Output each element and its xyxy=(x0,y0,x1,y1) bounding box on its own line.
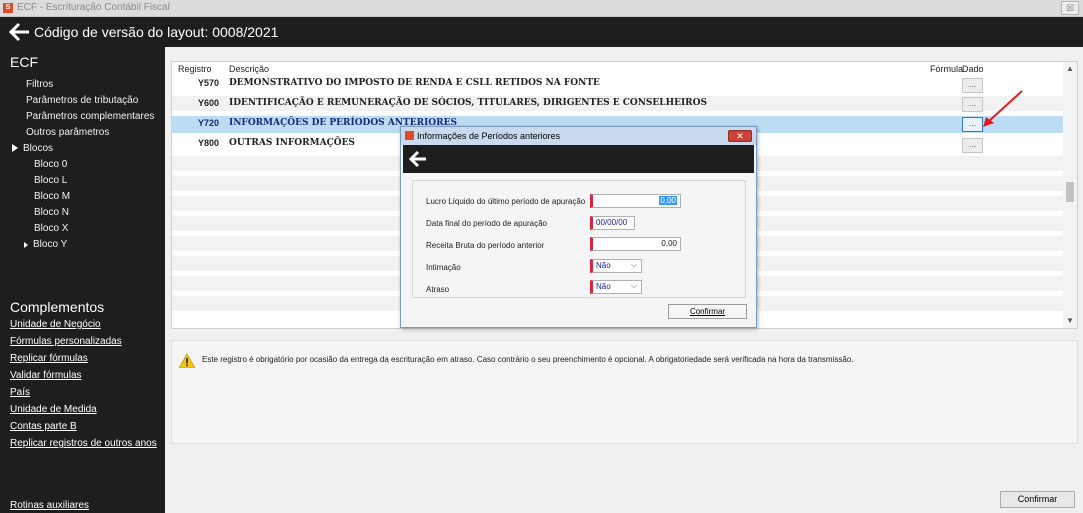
row-code: Y720 xyxy=(198,118,220,128)
intimacao-select[interactable]: Não ⌵ xyxy=(590,259,642,273)
window-title: ECF - Escrituração Contábil Fiscal xyxy=(17,2,170,13)
link-formulas-personalizadas[interactable]: Fórmulas personalizadas xyxy=(10,336,122,347)
confirm-button[interactable]: Confirmar xyxy=(1000,491,1075,508)
intimacao-value: Não xyxy=(596,261,611,270)
chevron-down-icon: ⌵ xyxy=(630,260,637,269)
atraso-label: Atraso xyxy=(426,285,450,294)
main-header: Código de versão do layout: 0008/2021 xyxy=(0,17,1083,47)
scroll-down-icon[interactable]: ▼ xyxy=(1066,316,1074,325)
periodos-anteriores-dialog: Informações de Períodos anteriores ✕ Luc… xyxy=(400,126,757,328)
col-header-descricao: Descrição xyxy=(229,64,270,74)
lucro-input[interactable]: 0,00 xyxy=(590,194,681,208)
table-row-y600[interactable]: Y600 IDENTIFICAÇÃO E REMUNERAÇÃO DE SÓCI… xyxy=(172,96,1063,112)
link-unidade-medida[interactable]: Unidade de Medida xyxy=(10,404,97,415)
sidebar-item-outros-parametros[interactable]: Outros parâmetros xyxy=(26,127,109,138)
receita-input[interactable]: 0,00 xyxy=(590,237,681,251)
table-scrollbar[interactable]: ▲ ▼ xyxy=(1063,62,1077,328)
chevron-down-icon: ⌵ xyxy=(630,281,637,290)
window-titlebar: S ECF - Escrituração Contábil Fiscal ☒ xyxy=(0,0,1083,17)
link-pais[interactable]: País xyxy=(10,387,30,398)
dialog-title: Informações de Períodos anteriores xyxy=(417,131,561,141)
expand-triangle-icon xyxy=(24,242,28,248)
dialog-titlebar: Informações de Períodos anteriores ✕ xyxy=(401,127,756,145)
row-description: DEMONSTRATIVO DO IMPOSTO DE RENDA E CSLL… xyxy=(229,78,600,88)
intimacao-label: Intimação xyxy=(426,263,461,272)
annotation-arrow-icon xyxy=(983,90,1023,127)
app-icon: S xyxy=(3,3,13,13)
sidebar-item-label: Blocos xyxy=(23,143,54,154)
receita-label: Receita Bruta do período anterior xyxy=(426,241,545,250)
app-icon xyxy=(405,131,414,140)
sidebar-item-bloco-n[interactable]: Bloco N xyxy=(34,207,69,218)
col-header-registro: Registro xyxy=(178,64,212,74)
warning-icon xyxy=(179,354,195,368)
complementos-section-title: Complementos xyxy=(10,299,105,315)
col-header-dado: Dado xyxy=(962,64,984,74)
sidebar: ECF Filtros Parâmetros de tributação Par… xyxy=(0,47,165,513)
dialog-confirm-button[interactable]: Confirmar xyxy=(668,304,747,319)
atraso-select[interactable]: Não ⌵ xyxy=(590,280,642,294)
col-header-formula: Fórmula xyxy=(930,64,964,74)
sidebar-item-filtros[interactable]: Filtros xyxy=(26,79,53,90)
link-unidade-negocio[interactable]: Unidade de Negócio xyxy=(10,319,101,330)
row-code: Y570 xyxy=(198,78,220,88)
link-rotinas-auxiliares[interactable]: Rotinas auxiliares xyxy=(10,500,89,511)
sidebar-item-bloco-0[interactable]: Bloco 0 xyxy=(34,159,67,170)
back-arrow-icon[interactable] xyxy=(7,21,31,43)
sidebar-item-bloco-m[interactable]: Bloco M xyxy=(34,191,70,202)
ecf-section-title: ECF xyxy=(10,54,38,70)
link-validar-formulas[interactable]: Validar fórmulas xyxy=(10,370,82,381)
back-arrow-icon[interactable] xyxy=(408,150,428,168)
row-code: Y600 xyxy=(198,98,220,108)
sidebar-item-blocos[interactable]: Blocos xyxy=(12,143,53,154)
row-code: Y800 xyxy=(198,138,220,148)
row-description: IDENTIFICAÇÃO E REMUNERAÇÃO DE SÓCIOS, T… xyxy=(229,98,707,108)
info-panel: Este registro é obrigatório por ocasião … xyxy=(171,340,1078,444)
data-final-input[interactable]: 00/00/00 xyxy=(590,216,635,230)
window-close-button[interactable]: ☒ xyxy=(1061,1,1079,15)
sidebar-item-bloco-y[interactable]: Bloco Y xyxy=(24,239,67,250)
lucro-label: Lucro Líquido do último período de apura… xyxy=(426,197,586,206)
info-message: Este registro é obrigatório por ocasião … xyxy=(202,355,854,364)
atraso-value: Não xyxy=(596,282,611,291)
expand-triangle-icon xyxy=(12,144,18,152)
scroll-up-icon[interactable]: ▲ xyxy=(1066,64,1074,73)
scroll-thumb[interactable] xyxy=(1066,182,1074,202)
sidebar-item-label: Bloco Y xyxy=(33,239,68,250)
link-replicar-registros[interactable]: Replicar registros de outros anos xyxy=(10,438,157,449)
lucro-value: 0,00 xyxy=(659,196,677,205)
link-replicar-formulas[interactable]: Replicar fórmulas xyxy=(10,353,88,364)
data-button[interactable]: ... xyxy=(962,138,983,153)
link-contas-parte-b[interactable]: Contas parte B xyxy=(10,421,77,432)
page-title: Código de versão do layout: 0008/2021 xyxy=(34,24,279,40)
table-row-y570[interactable]: Y570 DEMONSTRATIVO DO IMPOSTO DE RENDA E… xyxy=(172,76,1063,93)
sidebar-item-bloco-x[interactable]: Bloco X xyxy=(34,223,68,234)
sidebar-item-parametros-tributacao[interactable]: Parâmetros de tributação xyxy=(26,95,138,106)
data-final-label: Data final do período de apuração xyxy=(426,219,547,228)
sidebar-item-parametros-complementares[interactable]: Parâmetros complementares xyxy=(26,111,154,122)
dialog-header xyxy=(403,145,754,173)
close-icon[interactable]: ✕ xyxy=(728,130,752,142)
sidebar-item-bloco-l[interactable]: Bloco L xyxy=(34,175,67,186)
row-description: OUTRAS INFORMAÇÕES xyxy=(229,138,355,148)
